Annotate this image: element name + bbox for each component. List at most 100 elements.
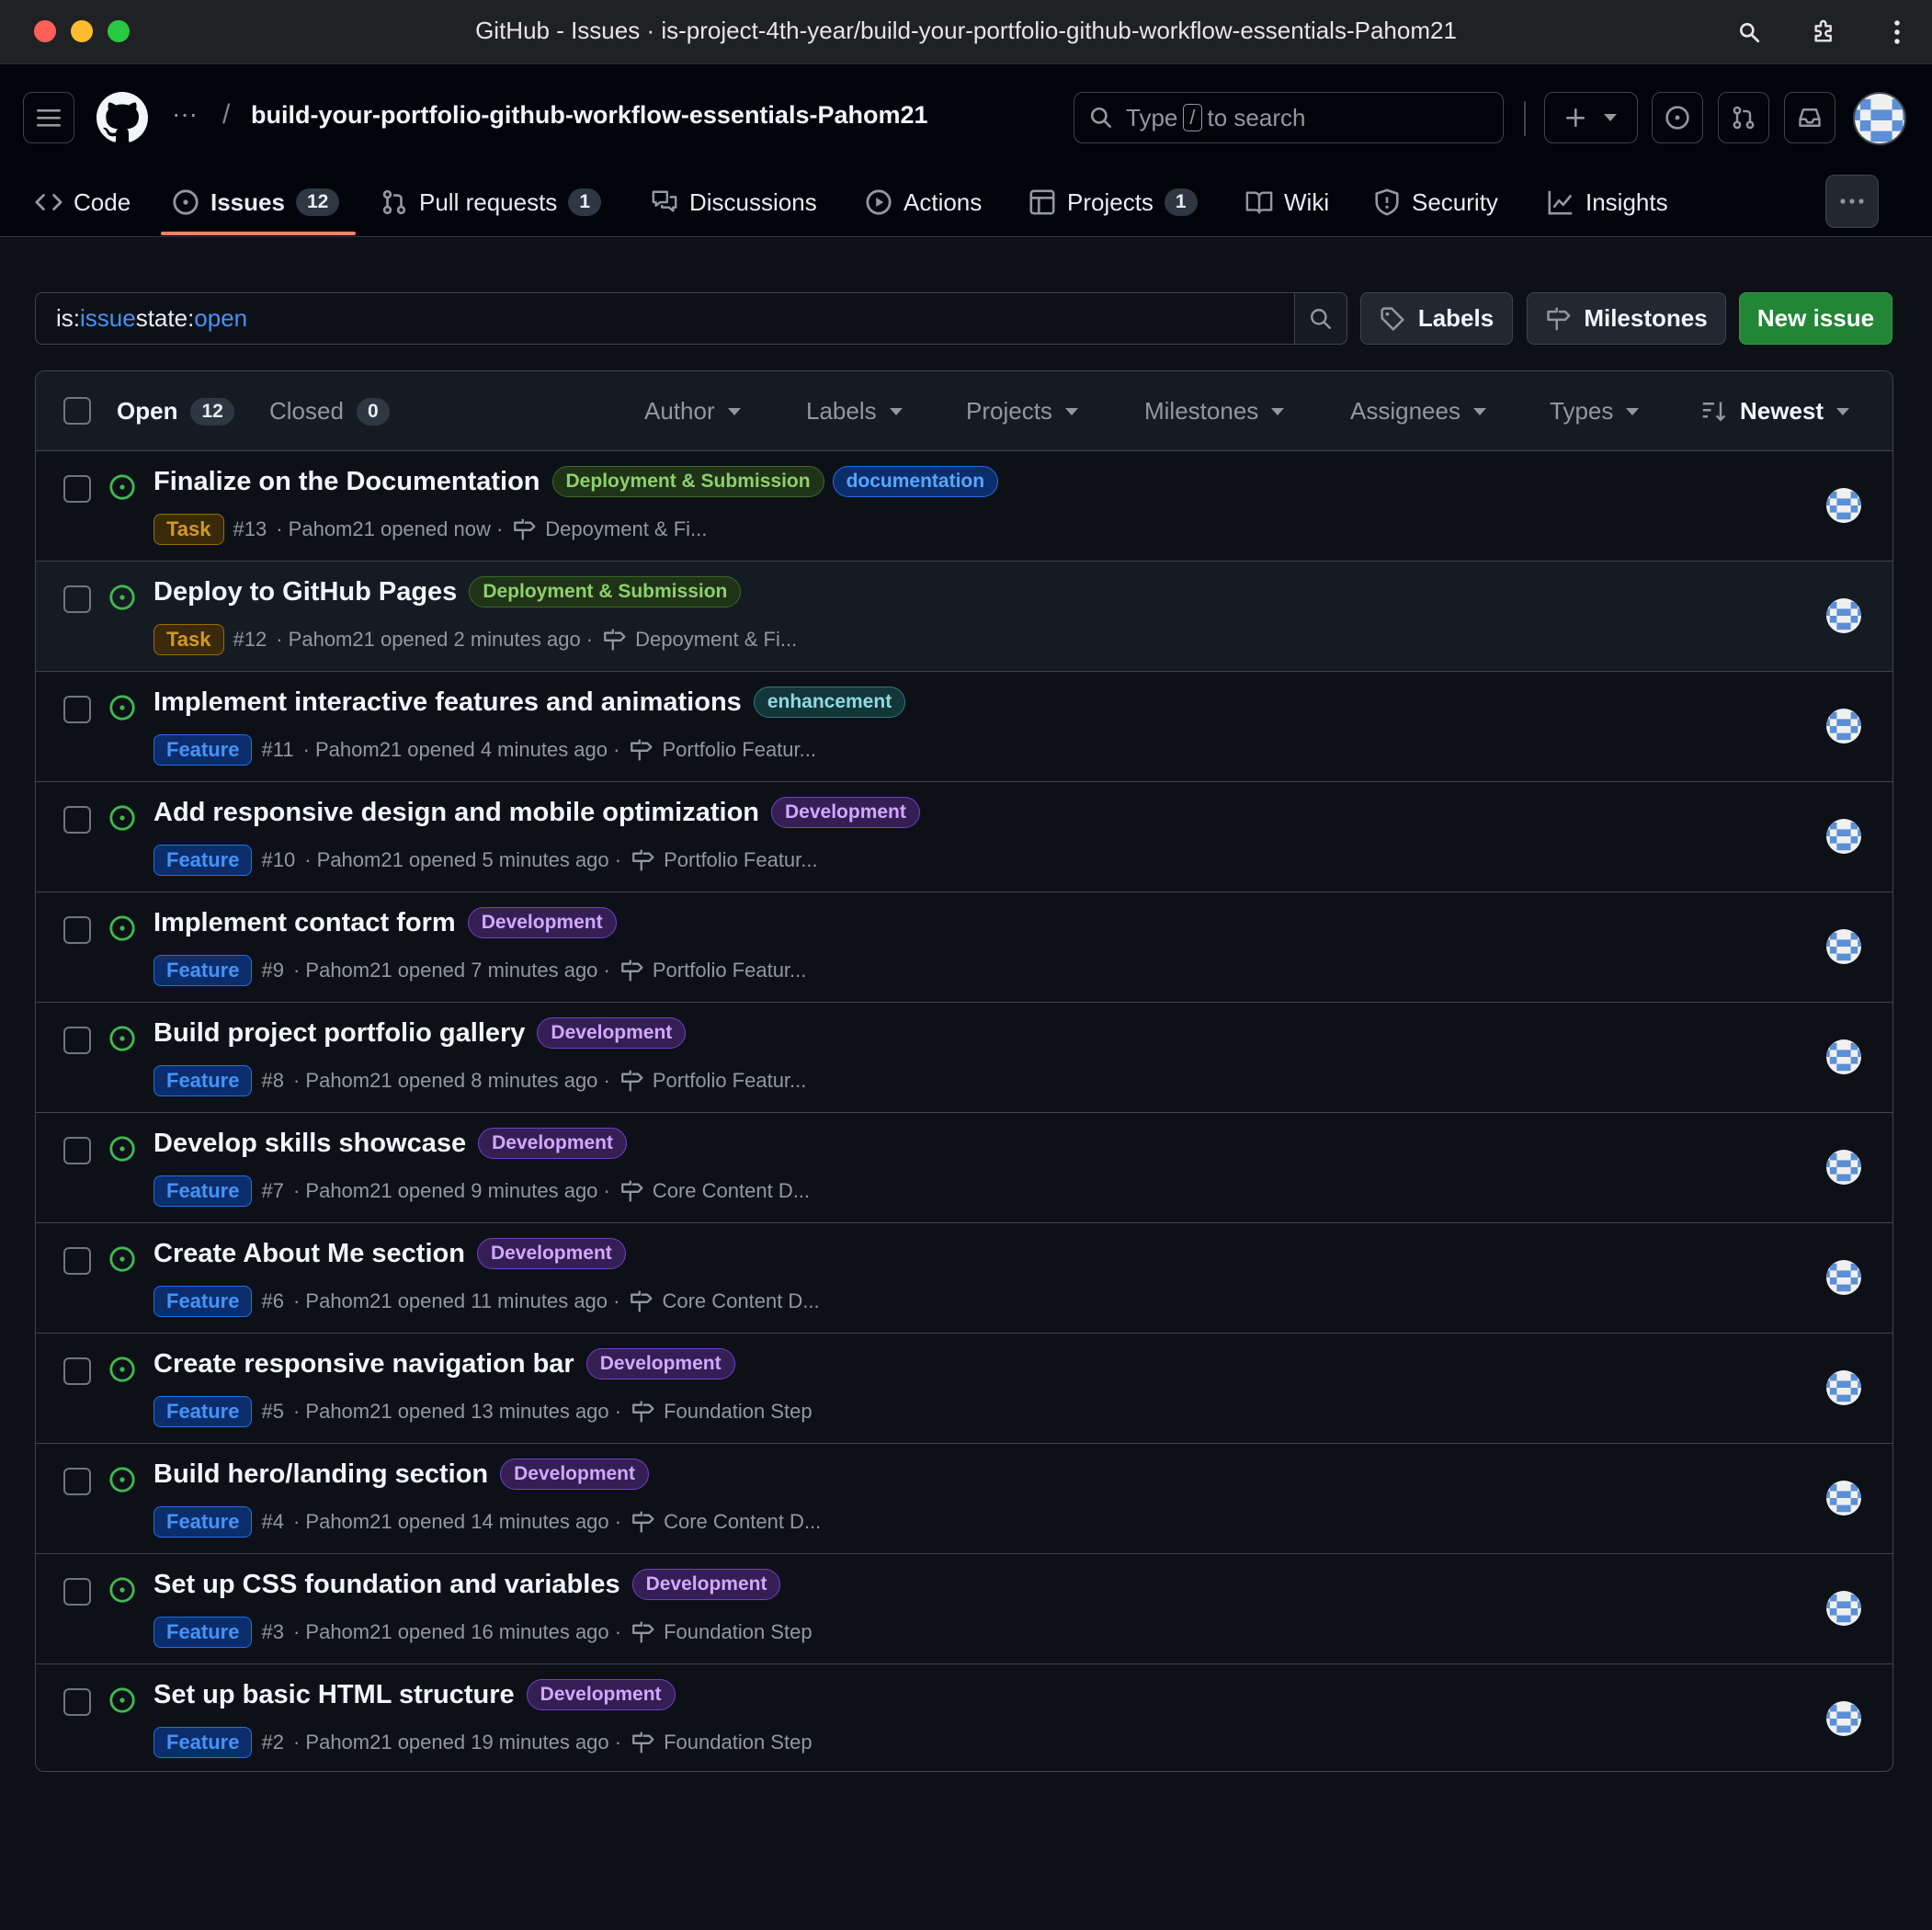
- user-avatar[interactable]: [1853, 92, 1906, 145]
- issue-checkbox[interactable]: [63, 916, 91, 944]
- issue-type-badge[interactable]: Task: [153, 514, 224, 545]
- tab-issues[interactable]: Issues 12: [172, 167, 340, 237]
- issue-label[interactable]: enhancement: [753, 687, 906, 718]
- search-input[interactable]: Type / to search: [1074, 92, 1504, 143]
- select-all-checkbox[interactable]: [63, 397, 91, 425]
- issue-label[interactable]: documentation: [832, 466, 999, 497]
- assignee-avatar[interactable]: [1826, 929, 1861, 964]
- tab-pull-requests[interactable]: Pull requests 1: [381, 167, 601, 237]
- issue-row[interactable]: Set up basic HTML structure Development …: [36, 1664, 1892, 1771]
- issue-label[interactable]: Development: [467, 907, 617, 938]
- issue-milestone-link[interactable]: Core Content D...: [662, 1289, 819, 1313]
- tab-insights[interactable]: Insights: [1547, 167, 1668, 237]
- issue-checkbox[interactable]: [63, 1468, 91, 1495]
- issue-row[interactable]: Deploy to GitHub Pages Deployment & Subm…: [36, 562, 1892, 672]
- assignee-avatar[interactable]: [1826, 1260, 1861, 1295]
- issue-milestone-link[interactable]: Portfolio Featur...: [662, 738, 816, 762]
- issue-milestone-link[interactable]: Portfolio Featur...: [653, 959, 807, 982]
- issue-title-link[interactable]: Create About Me section: [153, 1239, 465, 1269]
- issue-row[interactable]: Implement interactive features and anima…: [36, 672, 1892, 782]
- issue-label[interactable]: Development: [500, 1459, 650, 1490]
- github-logo-icon[interactable]: [97, 92, 148, 143]
- issue-type-badge[interactable]: Feature: [153, 1617, 253, 1648]
- issue-checkbox[interactable]: [63, 1247, 91, 1275]
- issue-title-link[interactable]: Implement interactive features and anima…: [153, 687, 742, 718]
- issue-type-badge[interactable]: Feature: [153, 1286, 253, 1317]
- issue-type-badge[interactable]: Feature: [153, 1175, 253, 1207]
- assignee-avatar[interactable]: [1826, 1701, 1861, 1736]
- labels-filter[interactable]: Labels: [806, 397, 903, 426]
- more-tabs-button[interactable]: [1825, 175, 1879, 228]
- labels-button[interactable]: Labels: [1360, 292, 1513, 345]
- tab-code[interactable]: Code: [35, 167, 131, 237]
- assignee-avatar[interactable]: [1826, 1591, 1861, 1626]
- breadcrumb-overflow[interactable]: ···: [172, 99, 198, 129]
- assignee-avatar[interactable]: [1826, 1481, 1861, 1516]
- sort-dropdown[interactable]: Newest: [1701, 397, 1850, 426]
- issue-type-badge[interactable]: Feature: [153, 1065, 253, 1096]
- issue-milestone-link[interactable]: Foundation Step: [664, 1620, 812, 1644]
- issue-title-link[interactable]: Build hero/landing section: [153, 1459, 488, 1490]
- issue-checkbox[interactable]: [63, 1137, 91, 1164]
- types-filter[interactable]: Types: [1550, 397, 1640, 426]
- issue-label[interactable]: Development: [476, 1238, 626, 1269]
- issue-milestone-link[interactable]: Portfolio Featur...: [653, 1069, 807, 1093]
- issue-checkbox[interactable]: [63, 696, 91, 723]
- issue-checkbox[interactable]: [63, 1688, 91, 1716]
- issue-type-badge[interactable]: Feature: [153, 955, 253, 986]
- issue-row[interactable]: Build project portfolio gallery Developm…: [36, 1003, 1892, 1113]
- assignee-avatar[interactable]: [1826, 819, 1861, 854]
- issue-milestone-link[interactable]: Foundation Step: [664, 1400, 812, 1424]
- issue-label[interactable]: Deployment & Submission: [551, 466, 824, 497]
- issues-button[interactable]: [1652, 92, 1703, 143]
- issue-label[interactable]: Development: [771, 797, 920, 828]
- issue-row[interactable]: Develop skills showcase Development Feat…: [36, 1113, 1892, 1223]
- issue-label[interactable]: Development: [585, 1348, 735, 1379]
- issue-milestone-link[interactable]: Core Content D...: [664, 1510, 821, 1534]
- issue-title-link[interactable]: Finalize on the Documentation: [153, 467, 540, 497]
- new-issue-button[interactable]: New issue: [1739, 292, 1892, 345]
- milestones-filter[interactable]: Milestones: [1144, 397, 1285, 426]
- closed-issues-toggle[interactable]: Closed 0: [269, 397, 390, 426]
- pull-requests-button[interactable]: [1718, 92, 1769, 143]
- assignee-avatar[interactable]: [1826, 709, 1861, 744]
- issue-label[interactable]: Development: [478, 1128, 627, 1159]
- create-new-button[interactable]: [1544, 92, 1638, 143]
- issue-row[interactable]: Add responsive design and mobile optimiz…: [36, 782, 1892, 892]
- assignee-avatar[interactable]: [1826, 598, 1861, 633]
- issue-milestone-link[interactable]: Depoyment & Fi...: [635, 628, 797, 652]
- assignee-avatar[interactable]: [1826, 1150, 1861, 1185]
- tab-projects[interactable]: Projects 1: [1029, 167, 1198, 237]
- more-vertical-icon[interactable]: [1880, 15, 1915, 50]
- issue-row[interactable]: Create About Me section Development Feat…: [36, 1223, 1892, 1334]
- issue-row[interactable]: Build hero/landing section Development F…: [36, 1444, 1892, 1554]
- issue-milestone-link[interactable]: Core Content D...: [653, 1179, 810, 1203]
- issues-filter-input[interactable]: is: issue state: open: [35, 292, 1347, 345]
- menu-button[interactable]: [23, 92, 74, 143]
- issue-type-badge[interactable]: Feature: [153, 734, 253, 766]
- issue-type-badge[interactable]: Feature: [153, 1506, 253, 1538]
- issue-checkbox[interactable]: [63, 806, 91, 834]
- issue-type-badge[interactable]: Task: [153, 624, 224, 655]
- issue-title-link[interactable]: Create responsive navigation bar: [153, 1349, 574, 1379]
- issue-type-badge[interactable]: Feature: [153, 1396, 253, 1427]
- issue-title-link[interactable]: Build project portfolio gallery: [153, 1018, 525, 1049]
- assignee-avatar[interactable]: [1826, 1039, 1861, 1074]
- issue-checkbox[interactable]: [63, 1027, 91, 1054]
- extensions-icon[interactable]: [1807, 15, 1842, 50]
- issue-title-link[interactable]: Add responsive design and mobile optimiz…: [153, 798, 759, 828]
- issue-title-link[interactable]: Set up basic HTML structure: [153, 1680, 515, 1710]
- issue-title-link[interactable]: Deploy to GitHub Pages: [153, 577, 457, 607]
- inbox-button[interactable]: [1784, 92, 1835, 143]
- issue-type-badge[interactable]: Feature: [153, 1727, 253, 1758]
- issue-title-link[interactable]: Implement contact form: [153, 908, 456, 938]
- issue-label[interactable]: Development: [526, 1679, 676, 1710]
- assignee-avatar[interactable]: [1826, 1370, 1861, 1405]
- tab-security[interactable]: Security: [1373, 167, 1498, 237]
- issue-title-link[interactable]: Develop skills showcase: [153, 1129, 466, 1159]
- tab-actions[interactable]: Actions: [865, 167, 982, 237]
- open-issues-toggle[interactable]: Open 12: [117, 397, 234, 426]
- issue-milestone-link[interactable]: Foundation Step: [664, 1731, 812, 1754]
- issue-row[interactable]: Implement contact form Development Featu…: [36, 892, 1892, 1003]
- issue-label[interactable]: Development: [537, 1017, 687, 1049]
